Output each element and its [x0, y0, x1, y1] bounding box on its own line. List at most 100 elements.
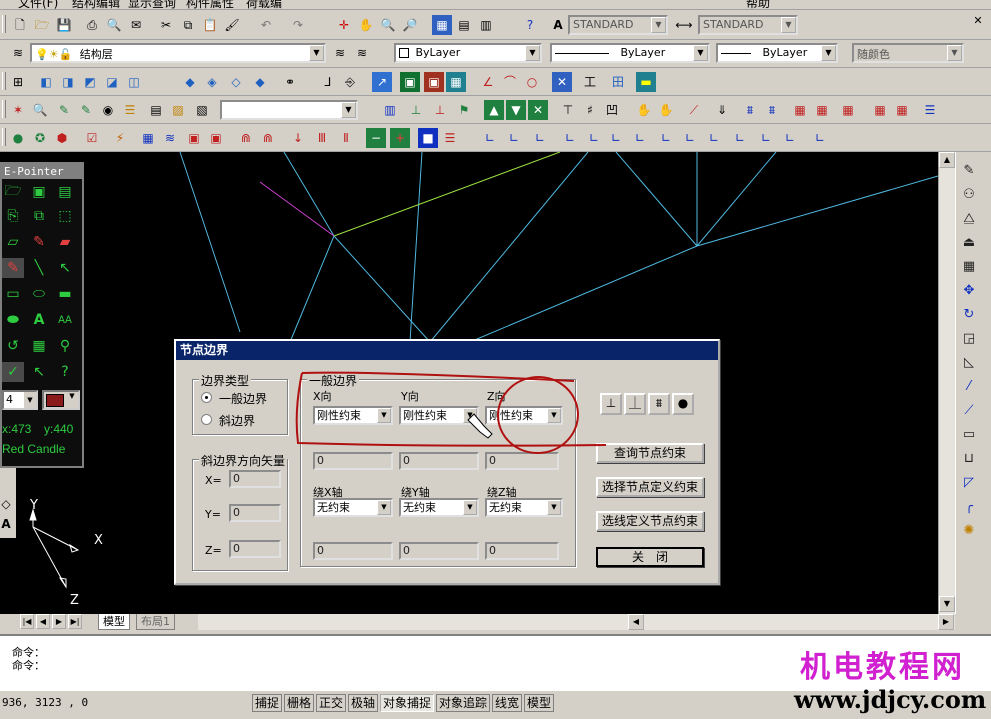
member-select[interactable]: ▼: [220, 100, 358, 120]
select-rect-icon[interactable]: ⬚: [54, 206, 76, 226]
extend-icon[interactable]: ⟋: [959, 400, 979, 420]
paste-icon[interactable]: 📋: [200, 15, 220, 35]
scroll-right-icon[interactable]: ▶: [938, 614, 954, 630]
last-tab-icon[interactable]: ▶|: [68, 614, 82, 629]
ladder-icon[interactable]: ⩩: [740, 100, 760, 120]
pinned-support-icon[interactable]: ⏊: [624, 393, 646, 415]
member-edit-icon[interactable]: ✎: [76, 100, 96, 120]
region-icon[interactable]: ◇: [0, 494, 16, 514]
axis5-icon[interactable]: ∟: [584, 128, 604, 148]
plus-green-icon[interactable]: +: [390, 128, 410, 148]
tool-palette-icon[interactable]: ▥: [476, 15, 496, 35]
grid-color-icon[interactable]: ▦: [138, 128, 158, 148]
flag-icon[interactable]: ⚑: [454, 100, 474, 120]
arch2-icon[interactable]: ⋒: [258, 128, 278, 148]
arrow-icon[interactable]: ↖: [54, 258, 76, 278]
member-tool-icon[interactable]: ✎: [54, 100, 74, 120]
axis6-icon[interactable]: ∟: [606, 128, 626, 148]
menu-file[interactable]: 文件(F): [18, 0, 58, 9]
axis9-icon[interactable]: ∟: [680, 128, 700, 148]
break2-icon[interactable]: ⊔: [959, 448, 979, 468]
flash-icon[interactable]: ⚡: [110, 128, 130, 148]
axis10-icon[interactable]: ∟: [704, 128, 724, 148]
menu-member-props[interactable]: 构件属性: [186, 0, 234, 9]
horizontal-scrollbar[interactable]: ◀ ▶: [198, 614, 955, 630]
eraser-icon[interactable]: ▱: [2, 232, 24, 252]
scroll-down-icon[interactable]: ▼: [939, 596, 955, 612]
axis8-icon[interactable]: ∟: [656, 128, 676, 148]
delete-member-icon[interactable]: ✕: [552, 72, 572, 92]
highlight-text-icon[interactable]: ꓮꓮ: [54, 310, 76, 330]
node-dot-icon[interactable]: ●: [672, 393, 694, 415]
oblique-boundary-option[interactable]: 斜边界: [219, 412, 255, 429]
pencil-icon[interactable]: ✎: [2, 258, 24, 278]
table-red-icon[interactable]: Ⅲ: [312, 128, 332, 148]
axis3-icon[interactable]: ∟: [530, 128, 550, 148]
erase-icon[interactable]: ✎: [959, 160, 979, 180]
tab-model[interactable]: 模型: [98, 614, 130, 630]
arch-icon[interactable]: ⋒: [236, 128, 256, 148]
ucs-world-icon[interactable]: ⎆: [340, 72, 360, 92]
grid-icon[interactable]: 田: [608, 72, 628, 92]
front-view-icon[interactable]: ◫: [124, 72, 144, 92]
save-icon[interactable]: ▣: [28, 182, 50, 202]
lineweight-toggle[interactable]: 线宽: [492, 694, 523, 712]
support2-icon[interactable]: ⊥: [430, 100, 450, 120]
node-red-icon[interactable]: ⬢: [52, 128, 72, 148]
trim-icon[interactable]: ⁄: [959, 376, 979, 396]
ucs-icon[interactable]: ⅃: [318, 72, 338, 92]
z-direction-select[interactable]: 刚性约束 ▼: [485, 406, 563, 425]
y-stiffness-field[interactable]: 0: [399, 452, 479, 470]
close-button[interactable]: 关 闭: [596, 547, 704, 567]
rx-select[interactable]: 无约束 ▼: [313, 498, 393, 517]
help-icon[interactable]: ?: [54, 362, 76, 382]
table-red2-icon[interactable]: Ⅱ: [336, 128, 356, 148]
ne-iso-icon[interactable]: ◇: [226, 72, 246, 92]
arc-tool-icon[interactable]: ⌒: [500, 72, 520, 92]
offset-icon[interactable]: ⏏: [959, 232, 979, 252]
stretch-icon[interactable]: ◺: [959, 352, 979, 372]
otrack-toggle[interactable]: 对象追踪: [436, 694, 491, 712]
publish-icon[interactable]: ✉: [126, 15, 146, 35]
grid-toggle[interactable]: 栅格: [284, 694, 315, 712]
save-icon[interactable]: 💾: [54, 15, 74, 35]
command-window[interactable]: 命令： 命令： 机电教程网: [0, 634, 991, 690]
column-icon[interactable]: 工: [580, 72, 600, 92]
ry-select[interactable]: 无约束 ▼: [399, 498, 479, 517]
text-tool-icon[interactable]: A: [0, 514, 16, 534]
x-direction-select[interactable]: 刚性约束 ▼: [313, 406, 393, 425]
pointer-icon[interactable]: ↖: [28, 362, 50, 382]
array-icon[interactable]: ▦: [959, 256, 979, 276]
text-style-select[interactable]: STANDARD ▼: [568, 15, 668, 35]
filled-ellipse-icon[interactable]: ⬬: [2, 310, 24, 330]
axis-icon[interactable]: ∟: [480, 128, 500, 148]
sw-iso-icon[interactable]: ◆: [180, 72, 200, 92]
screen-icon[interactable]: ▤: [54, 182, 76, 202]
radio-general-boundary[interactable]: [201, 392, 212, 403]
general-boundary-option[interactable]: 一般边界: [219, 390, 267, 407]
vector-y-field[interactable]: 0: [229, 504, 281, 522]
axis12-icon[interactable]: ∟: [756, 128, 776, 148]
hand2-icon[interactable]: ✋: [656, 100, 676, 120]
report2-icon[interactable]: ▦: [812, 100, 832, 120]
line-icon[interactable]: ╲: [28, 258, 50, 278]
line-define-button[interactable]: 选线定义节点约束: [596, 511, 704, 531]
paste-icon[interactable]: ⎘: [2, 206, 24, 226]
shade3-icon[interactable]: ▦: [446, 72, 466, 92]
query-constraint-button[interactable]: 查询节点约束: [596, 443, 704, 463]
measure-icon[interactable]: ⊤: [558, 100, 578, 120]
camera-icon[interactable]: ⚭: [280, 72, 300, 92]
box-down-icon[interactable]: ▼: [506, 100, 526, 120]
menu-structure-edit[interactable]: 结构编辑: [72, 0, 120, 9]
se-iso-icon[interactable]: ◈: [202, 72, 222, 92]
next-tab-icon[interactable]: ▶: [52, 614, 66, 629]
ry-stiffness-field[interactable]: 0: [399, 542, 479, 560]
x-stiffness-field[interactable]: 0: [313, 452, 393, 470]
rectangle-icon[interactable]: ▭: [2, 284, 24, 304]
design-center-icon[interactable]: ▤: [454, 15, 474, 35]
rz-stiffness-field[interactable]: 0: [485, 542, 559, 560]
axis14-icon[interactable]: ∟: [810, 128, 830, 148]
pin-red-icon[interactable]: ↓: [288, 128, 308, 148]
chamfer-icon[interactable]: ◸: [959, 472, 979, 492]
osnap-icon[interactable]: ✛: [334, 15, 354, 35]
